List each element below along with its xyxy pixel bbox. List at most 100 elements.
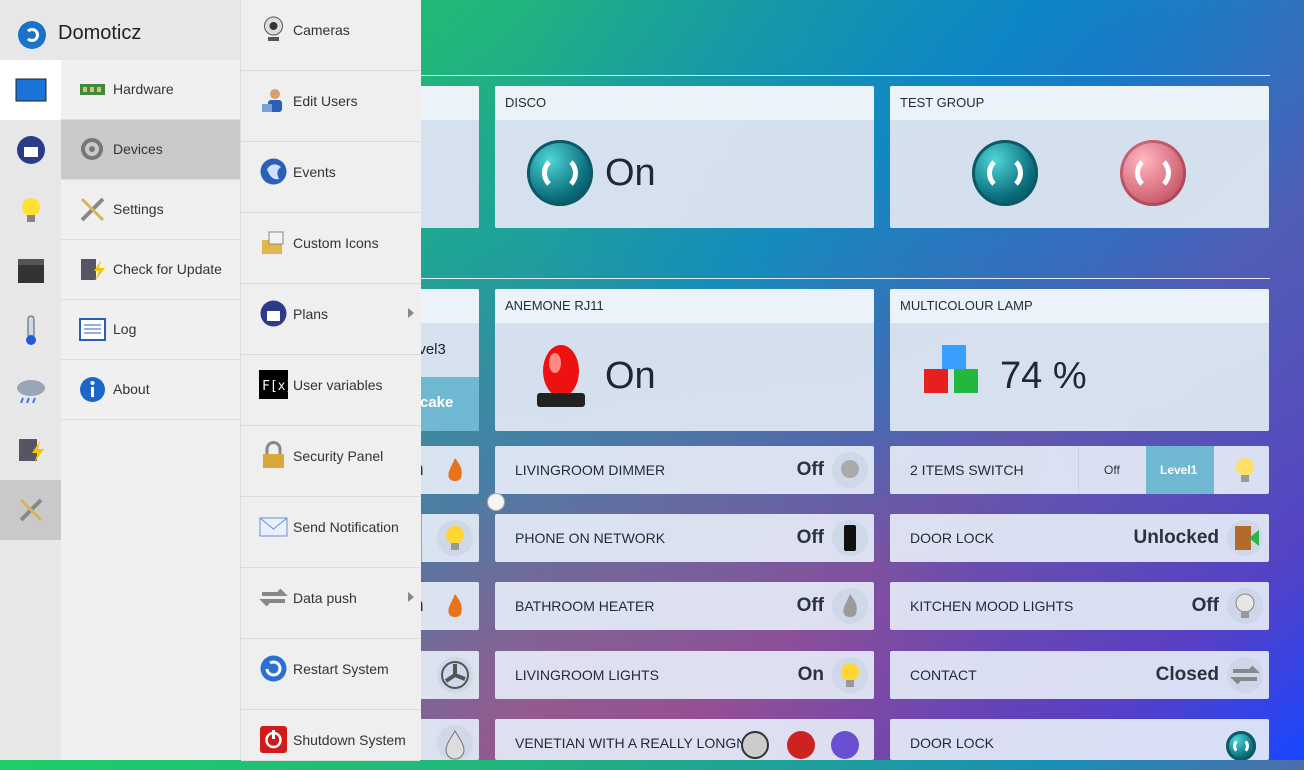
group-off-button[interactable] (1120, 140, 1186, 206)
menu-item-restart-system[interactable]: Restart System (241, 639, 420, 710)
data-push-icon (259, 588, 288, 607)
nav-setup[interactable] (0, 480, 61, 540)
plans-icon (260, 300, 287, 327)
dashboard-icon (15, 78, 46, 102)
device-row-contact: CONTACT Closed (890, 651, 1269, 699)
device-status: On (605, 355, 656, 397)
settings-icon (80, 197, 105, 222)
scene-on-button[interactable] (527, 140, 593, 206)
menu-item-settings[interactable]: Settings (61, 180, 240, 240)
log-icon (79, 318, 106, 341)
menu-item-send-notification[interactable]: Send Notification (241, 497, 420, 568)
nav-floorplans[interactable] (0, 120, 61, 180)
lightbulb-icon[interactable] (1227, 452, 1263, 488)
water-drop-icon[interactable] (437, 725, 473, 760)
fire-icon[interactable] (437, 452, 473, 488)
device-row-kitchen-mood-lights: KITCHEN MOOD LIGHTS Off (890, 582, 1269, 630)
device-row-bathroom-heater: BATHROOM HEATER Off (495, 582, 874, 630)
device-row-phone: PHONE ON NETWORK Off (495, 514, 874, 562)
weather-icon (16, 380, 45, 404)
device-row-door-lock: DOOR LOCK Unlocked (890, 514, 1269, 562)
submenu-arrow-icon (408, 308, 414, 318)
device-row-door-lock-2: DOOR LOCK (890, 719, 1269, 760)
scene-card-test-group: TEST GROUP (890, 86, 1269, 228)
switch-level1-button[interactable]: Level1 (1146, 446, 1214, 494)
about-icon (80, 377, 105, 402)
device-card-multicolour-lamp: MULTICOLOUR LAMP 74 % (890, 289, 1269, 431)
floorplan-icon (16, 136, 45, 164)
nav-weather[interactable] (0, 360, 61, 420)
device-row-2-items-switch: 2 ITEMS SWITCH Off Level1 (890, 446, 1269, 494)
setup-menu: Hardware Devices Settings Check for Upda… (61, 60, 240, 760)
phone-icon[interactable] (832, 520, 868, 556)
restart-icon (260, 655, 287, 682)
variables-icon: F[x] (259, 370, 288, 399)
menu-item-data-push[interactable]: Data push (241, 568, 420, 639)
nav-dashboard[interactable] (0, 60, 61, 120)
devices-submenu: Cameras Edit Users Events Custom Icons P… (240, 0, 421, 761)
menu-item-edit-users[interactable]: Edit Users (241, 71, 420, 142)
scene-title: TEST GROUP (890, 86, 1269, 120)
shutdown-icon (260, 726, 287, 753)
menu-item-plans[interactable]: Plans (241, 284, 420, 355)
device-row-venetian: VENETIAN WITH A REALLY LONGNA (495, 719, 874, 760)
lightbulb-off-icon[interactable] (1227, 588, 1263, 624)
rgb-cubes-icon[interactable] (922, 343, 988, 405)
menu-item-log[interactable]: Log (61, 300, 240, 360)
svg-text:F[x]: F[x] (262, 379, 288, 394)
main-nav-column (0, 0, 61, 760)
menu-item-check-for-update[interactable]: Check for Update (61, 240, 240, 300)
submenu-arrow-icon (408, 592, 414, 602)
device-title: ANEMONE RJ11 (495, 289, 874, 323)
section-divider (420, 75, 1270, 76)
menu-item-devices[interactable]: Devices (61, 120, 240, 180)
scene-card-disco: DISCO On (495, 86, 874, 228)
device-status: 74 % (1000, 355, 1087, 397)
brand-header: Domoticz (0, 0, 240, 60)
scenes-icon (17, 259, 44, 283)
app-title: Domoticz (58, 22, 142, 44)
menu-item-security-panel[interactable]: Security Panel (241, 426, 420, 497)
door-unlocked-icon[interactable] (1227, 520, 1263, 556)
heater-icon[interactable] (832, 588, 868, 624)
lightbulb-icon[interactable] (832, 657, 868, 693)
menu-item-shutdown-system[interactable]: Shutdown System (241, 710, 420, 761)
blinds-open-icon[interactable] (741, 731, 769, 759)
nav-temperature[interactable] (0, 300, 61, 360)
blinds-stop-icon[interactable] (787, 731, 815, 759)
utility-icon (18, 439, 44, 463)
envelope-icon (259, 517, 288, 537)
nav-switches[interactable] (0, 180, 61, 240)
menu-item-cameras[interactable]: Cameras (241, 0, 420, 71)
hardware-icon (80, 84, 105, 95)
lock-toggle-icon[interactable] (1226, 731, 1256, 760)
menu-item-about[interactable]: About (61, 360, 240, 420)
lightbulb-icon[interactable] (437, 520, 473, 556)
nav-utility[interactable] (0, 420, 61, 480)
menu-item-custom-icons[interactable]: Custom Icons (241, 213, 420, 284)
setup-icon (19, 498, 42, 522)
update-icon (81, 259, 105, 281)
group-on-button[interactable] (972, 140, 1038, 206)
section-divider (420, 278, 1270, 279)
thermometer-icon (25, 315, 36, 345)
device-card-anemone: ANEMONE RJ11 On (495, 289, 874, 431)
scroll-handle[interactable] (487, 493, 505, 511)
menu-item-hardware[interactable]: Hardware (61, 60, 240, 120)
device-row-livingroom-dimmer: LIVINGROOM DIMMER Off (495, 446, 874, 494)
fire-icon[interactable] (437, 588, 473, 624)
domoticz-logo-icon (18, 21, 46, 49)
fan-icon[interactable] (437, 657, 473, 693)
blinds-close-icon[interactable] (831, 731, 859, 759)
dimmer-icon[interactable] (832, 452, 868, 488)
switch-off-button[interactable]: Off (1078, 446, 1147, 494)
menu-item-user-variables[interactable]: F[x] User variables (241, 355, 420, 426)
custom-icons-icon (262, 231, 284, 254)
siren-icon[interactable] (533, 341, 589, 413)
lock-icon (263, 441, 284, 468)
device-title: MULTICOLOUR LAMP (890, 289, 1269, 323)
menu-item-events[interactable]: Events (241, 142, 420, 213)
events-icon (260, 158, 287, 185)
nav-scenes[interactable] (0, 240, 61, 300)
contact-arrows-icon[interactable] (1227, 657, 1263, 693)
